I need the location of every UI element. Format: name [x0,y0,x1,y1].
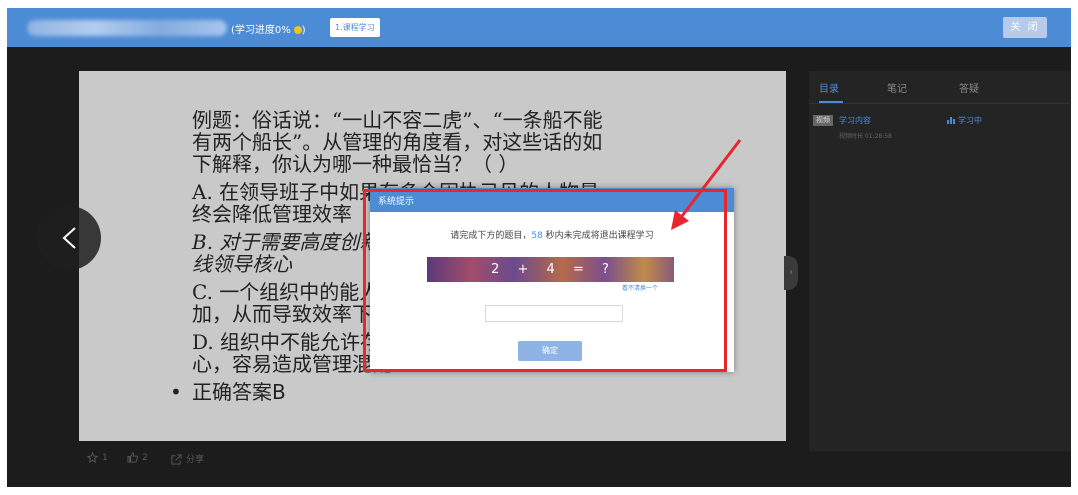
dialog-message: 请完成下方的题目，58 秒内未完成将退出课程学习 [370,228,734,241]
countdown-seconds: 58 [531,231,543,241]
answer-line: • 正确答案B [170,381,612,403]
lesson-item[interactable]: 视频 学习内容 视频时长 01:28:58 学习中 [809,115,1071,143]
tab-catalog[interactable]: 目录 [819,80,839,95]
study-progress: (学习进度0%) [231,21,306,36]
captcha-refresh-link[interactable]: 看不清换一个 [622,283,658,292]
dialog-title: 系统提示 [378,197,415,207]
dialog-header: 系统提示 [370,188,734,212]
player-frame: (学习进度0%) 1.课程学习 关 闭 例题：俗话说：“一山不容二虎”、“一条船… [7,8,1071,487]
favorite-button[interactable]: 1 [86,451,108,464]
lesson-duration: 视频时长 01:28:58 [839,133,892,140]
side-panel: 目录 笔记 答疑 视频 学习内容 视频时长 01:28:58 学习中 [809,71,1071,451]
tab-qa[interactable]: 答疑 [959,80,979,95]
top-bar: (学习进度0%) 1.课程学习 关 闭 [7,8,1071,47]
bottom-toolbar: 1 2 分享 [79,443,786,471]
message-after: 秒内未完成将退出课程学习 [542,231,654,241]
collapse-panel-handle[interactable]: › [784,256,798,290]
course-title-blurred [27,20,227,36]
share-label: 分享 [186,455,205,465]
correct-answer: 正确答案B [192,380,286,404]
system-prompt-dialog: 系统提示 请完成下方的题目，58 秒内未完成将退出课程学习 2 + 4 = ? … [370,188,734,372]
progress-dot-icon [293,26,302,34]
message-before: 请完成下方的题目， [450,231,532,241]
lesson-status: 学习中 [947,115,982,126]
active-tab-indicator [819,101,843,103]
chevron-left-icon [62,227,76,249]
progress-label: (学习进度0% [231,25,291,36]
like-count: 2 [142,453,148,463]
lesson-type-badge: 视频 [813,115,833,126]
bullet-icon: • [170,380,182,404]
previous-slide-button[interactable] [37,206,101,270]
captcha-answer-input[interactable] [485,305,623,322]
favorite-count: 1 [102,453,108,463]
star-icon [86,451,99,464]
share-button[interactable]: 分享 [171,452,204,465]
tab-notes[interactable]: 笔记 [887,80,907,95]
close-button[interactable]: 关 闭 [1003,17,1047,38]
captcha-image: 2 + 4 = ? [427,257,674,282]
like-button[interactable]: 2 [127,452,148,463]
course-study-tag[interactable]: 1.课程学习 [330,18,380,37]
question-text: 例题：俗话说：“一山不容二虎”、“一条船不能有两个船长”。从管理的角度看，对这些… [192,108,603,176]
bar-chart-icon [947,117,955,124]
thumbs-up-icon [127,452,138,463]
share-icon [171,454,182,465]
progress-suffix: ) [301,25,306,36]
panel-tabs: 目录 笔记 答疑 [809,71,1071,104]
lesson-title: 学习内容 [839,116,871,125]
lesson-status-label: 学习中 [958,116,982,125]
confirm-button[interactable]: 确定 [518,341,582,361]
